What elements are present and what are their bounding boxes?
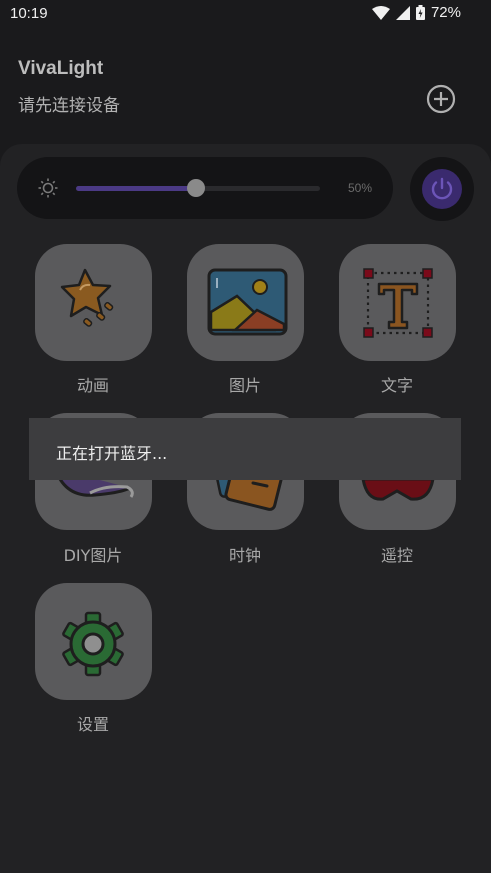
tile-label-text: 文字	[380, 376, 413, 395]
status-bar: 10:19 72%	[0, 0, 491, 28]
text-t-icon	[363, 268, 433, 338]
star-animation-icon	[60, 268, 114, 327]
picture-icon	[207, 268, 288, 336]
connection-status: 请先连接设备	[18, 96, 120, 116]
brightness-fill	[76, 186, 198, 191]
wifi-icon	[371, 5, 390, 20]
tile-label-diy-picture: DIY图片	[63, 546, 123, 565]
gear-icon	[62, 611, 124, 677]
sun-icon	[38, 178, 58, 198]
tile-text[interactable]	[339, 244, 456, 361]
tile-label-remote: 遥控	[380, 546, 413, 565]
power-icon	[431, 177, 453, 200]
brightness-percent: 50%	[348, 181, 373, 195]
battery-icon	[415, 5, 425, 20]
status-icons: 72%	[371, 4, 461, 21]
tile-settings[interactable]	[35, 583, 152, 700]
signal-icon	[395, 5, 410, 20]
tile-label-clock: 时钟	[228, 546, 261, 565]
toast-message: 正在打开蓝牙...	[56, 444, 168, 463]
tile-animation[interactable]	[35, 244, 152, 361]
tile-label-settings: 设置	[76, 715, 109, 734]
tile-label-picture: 图片	[228, 376, 261, 395]
toast: 正在打开蓝牙...	[29, 418, 461, 480]
add-device-button[interactable]	[426, 84, 456, 114]
app-title: VivaLight	[18, 58, 104, 79]
battery-percent: 72%	[430, 4, 461, 21]
status-time: 10:19	[10, 5, 48, 22]
tile-picture[interactable]	[187, 244, 304, 361]
tile-label-animation: 动画	[76, 376, 109, 395]
power-button[interactable]	[422, 169, 462, 209]
brightness-thumb[interactable]	[187, 179, 205, 197]
